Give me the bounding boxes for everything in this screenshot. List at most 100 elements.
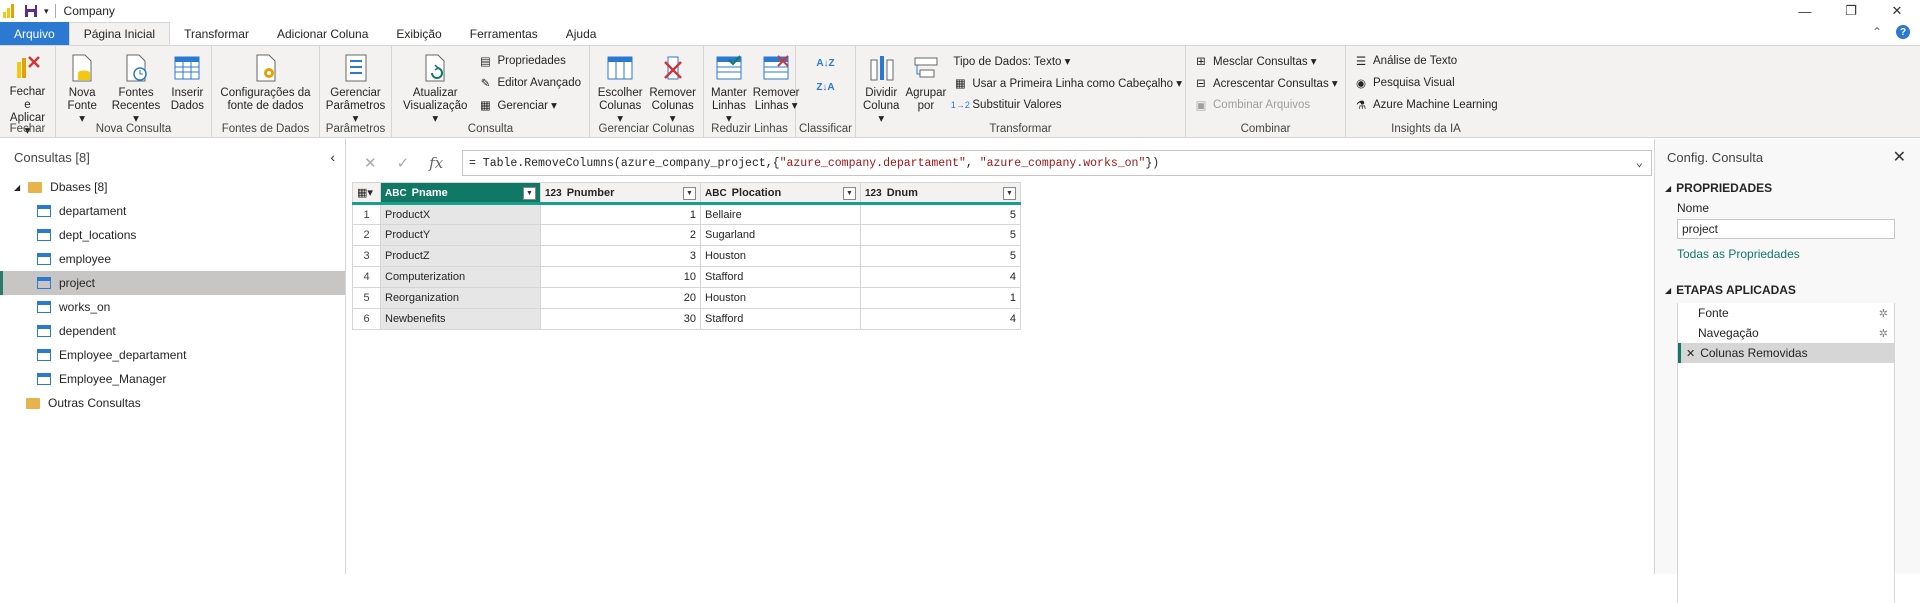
- azure-ml-button[interactable]: ⚗ Azure Machine Learning: [1354, 96, 1498, 114]
- sort-ascending-button[interactable]: A↓Z: [816, 54, 834, 72]
- tab-ajuda[interactable]: Ajuda: [552, 22, 611, 45]
- all-properties-link[interactable]: Todas as Propriedades: [1655, 247, 1920, 261]
- quick-access-dropdown-icon[interactable]: ▾: [44, 6, 49, 17]
- gear-icon[interactable]: ✲: [1879, 327, 1888, 340]
- table-cell[interactable]: 20: [540, 287, 701, 309]
- table-cell[interactable]: Houston: [700, 287, 861, 309]
- row-number[interactable]: 1: [352, 203, 381, 225]
- restore-button[interactable]: ❐: [1828, 0, 1874, 22]
- column-header-plocation[interactable]: ABC Plocation ▼: [700, 182, 861, 205]
- query-name-input[interactable]: project: [1677, 219, 1895, 239]
- collapse-ribbon-icon[interactable]: ⌃: [1872, 25, 1882, 39]
- table-cell[interactable]: Stafford: [700, 266, 861, 288]
- filter-dropdown-icon[interactable]: ▼: [523, 187, 536, 200]
- column-header-pname[interactable]: ABC Pname ▼: [380, 182, 541, 205]
- collapse-pane-icon[interactable]: ‹: [330, 149, 335, 165]
- confirm-formula-icon[interactable]: ✓: [397, 154, 410, 172]
- tab-transformar[interactable]: Transformar: [170, 22, 263, 45]
- help-icon[interactable]: ?: [1896, 25, 1910, 39]
- table-cell[interactable]: 5: [860, 203, 1021, 225]
- expand-formula-icon[interactable]: ⌄: [1636, 155, 1643, 170]
- tab-arquivo[interactable]: Arquivo: [0, 22, 69, 45]
- row-number[interactable]: 5: [352, 287, 381, 309]
- column-header-dnum[interactable]: 123 Dnum ▼: [860, 182, 1021, 205]
- applied-steps-section[interactable]: ◢ ETAPAS APLICADAS: [1655, 283, 1920, 297]
- table-menu-button[interactable]: ▦▾: [352, 182, 381, 205]
- table-cell[interactable]: 5: [860, 224, 1021, 246]
- query-label: employee: [59, 252, 112, 266]
- query-item[interactable]: Employee_Manager: [0, 367, 345, 391]
- query-item[interactable]: Employee_departament: [0, 343, 345, 367]
- collapse-triangle-icon: ◢: [1665, 183, 1672, 193]
- row-number[interactable]: 6: [352, 308, 381, 330]
- folder-dbases[interactable]: ◢ Dbases [8]: [0, 175, 345, 199]
- filter-dropdown-icon[interactable]: ▼: [1003, 187, 1016, 200]
- gear-icon[interactable]: ✲: [1879, 307, 1888, 320]
- properties-section[interactable]: ◢ PROPRIEDADES: [1655, 181, 1920, 195]
- data-type-button[interactable]: Tipo de Dados: Texto ▾: [953, 52, 1182, 70]
- table-icon: [37, 373, 51, 385]
- manage-button[interactable]: ▦ Gerenciar ▾: [478, 96, 581, 114]
- fx-icon[interactable]: fx: [429, 154, 443, 172]
- formula-input[interactable]: = Table.RemoveColumns(azure_company_proj…: [462, 150, 1652, 176]
- delete-step-icon[interactable]: ✕: [1686, 347, 1695, 360]
- query-item[interactable]: project: [0, 271, 345, 295]
- table-cell[interactable]: 4: [860, 308, 1021, 330]
- combine-files-button[interactable]: ▣ Combinar Arquivos: [1194, 96, 1338, 114]
- table-cell[interactable]: 3: [540, 245, 701, 267]
- query-item[interactable]: dept_locations: [0, 223, 345, 247]
- table-cell[interactable]: Computerization: [380, 266, 541, 288]
- table-cell[interactable]: ProductY: [380, 224, 541, 246]
- table-cell[interactable]: Newbenefits: [380, 308, 541, 330]
- step-fonte[interactable]: Fonte ✲: [1678, 303, 1894, 323]
- properties-button[interactable]: ▤ Propriedades: [478, 52, 581, 70]
- text-analytics-button[interactable]: ☰ Análise de Texto: [1354, 52, 1498, 70]
- table-cell[interactable]: 2: [540, 224, 701, 246]
- table-cell[interactable]: Sugarland: [700, 224, 861, 246]
- table-cell[interactable]: 30: [540, 308, 701, 330]
- advanced-editor-button[interactable]: ✎ Editor Avançado: [478, 74, 581, 92]
- query-item[interactable]: departament: [0, 199, 345, 223]
- folder-outras-consultas[interactable]: Outras Consultas: [0, 391, 345, 415]
- enter-data-icon: [172, 52, 202, 84]
- filter-dropdown-icon[interactable]: ▼: [843, 187, 856, 200]
- row-number[interactable]: 3: [352, 245, 381, 267]
- merge-queries-button[interactable]: ⊞ Mesclar Consultas ▾: [1194, 52, 1338, 70]
- expand-triangle-icon[interactable]: ◢: [14, 183, 20, 192]
- close-window-button[interactable]: ✕: [1874, 0, 1920, 22]
- query-item[interactable]: employee: [0, 247, 345, 271]
- cancel-formula-icon[interactable]: ✕: [364, 154, 377, 172]
- append-queries-button[interactable]: ⊟ Acrescentar Consultas ▾: [1194, 74, 1338, 92]
- tab-adicionar-coluna[interactable]: Adicionar Coluna: [263, 22, 382, 45]
- close-settings-icon[interactable]: ✕: [1893, 147, 1906, 167]
- filter-dropdown-icon[interactable]: ▼: [683, 187, 696, 200]
- tab-ferramentas[interactable]: Ferramentas: [456, 22, 552, 45]
- table-cell[interactable]: Houston: [700, 245, 861, 267]
- table-cell[interactable]: Reorganization: [380, 287, 541, 309]
- tab-pagina-inicial[interactable]: Página Inicial: [68, 22, 171, 45]
- table-cell[interactable]: Stafford: [700, 308, 861, 330]
- sort-descending-button[interactable]: Z↓A: [816, 78, 834, 96]
- row-number[interactable]: 2: [352, 224, 381, 246]
- use-first-row-button[interactable]: ▦ Usar a Primeira Linha como Cabeçalho ▾: [953, 74, 1182, 92]
- table-cell[interactable]: 4: [860, 266, 1021, 288]
- replace-values-button[interactable]: 1→2 Substituir Valores: [951, 96, 1182, 114]
- table-cell[interactable]: ProductX: [380, 203, 541, 225]
- table-cell[interactable]: Bellaire: [700, 203, 861, 225]
- minimize-button[interactable]: —: [1782, 0, 1828, 22]
- save-icon[interactable]: [24, 4, 38, 18]
- row-number[interactable]: 4: [352, 266, 381, 288]
- step-colunas-removidas[interactable]: ✕ Colunas Removidas: [1678, 343, 1894, 363]
- text-analytics-icon: ☰: [1355, 56, 1367, 68]
- column-header-pnumber[interactable]: 123 Pnumber ▼: [540, 182, 701, 205]
- query-item[interactable]: dependent: [0, 319, 345, 343]
- table-cell[interactable]: 5: [860, 245, 1021, 267]
- table-cell[interactable]: ProductZ: [380, 245, 541, 267]
- query-item[interactable]: works_on: [0, 295, 345, 319]
- step-navegacao[interactable]: Navegação ✲: [1678, 323, 1894, 343]
- table-cell[interactable]: 1: [860, 287, 1021, 309]
- table-cell[interactable]: 10: [540, 266, 701, 288]
- tab-exibicao[interactable]: Exibição: [382, 22, 455, 45]
- table-cell[interactable]: 1: [540, 203, 701, 225]
- vision-button[interactable]: ◉ Pesquisa Visual: [1354, 74, 1498, 92]
